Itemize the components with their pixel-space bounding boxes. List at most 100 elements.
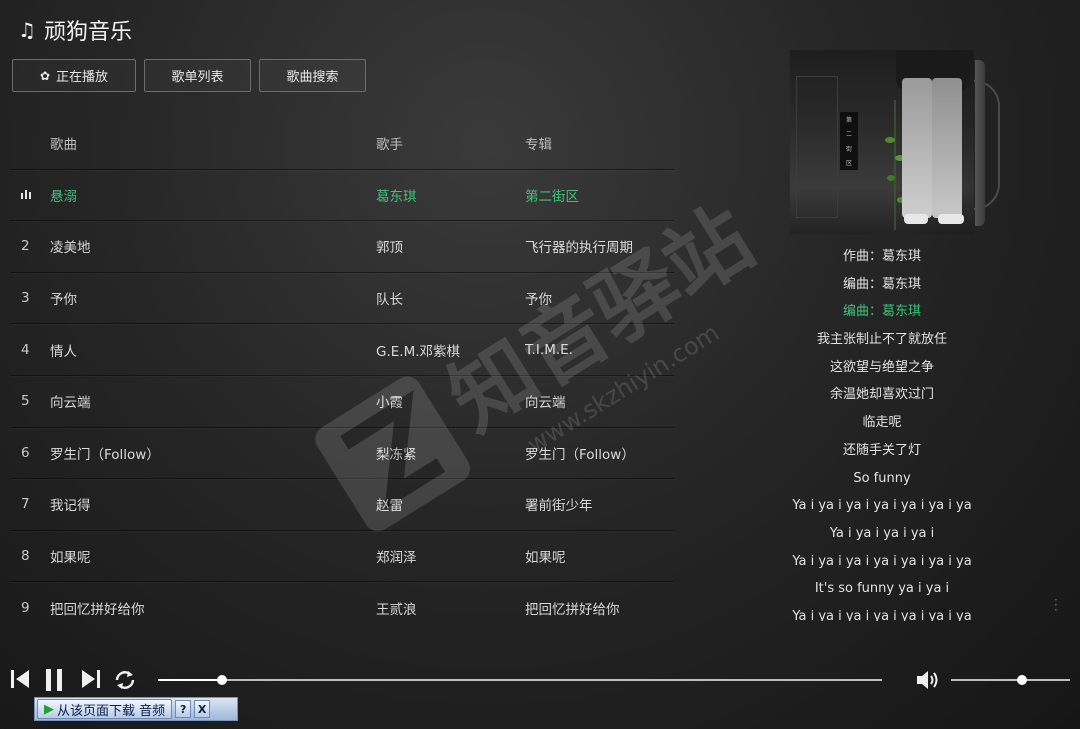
table-header: 歌曲 歌手 专辑 (10, 118, 674, 169)
lyric-line: Ya i ya i ya i ya i ya i ya i ya (792, 553, 972, 569)
volume-slider[interactable] (951, 675, 1070, 685)
song-title: 悬溺 (50, 188, 77, 205)
table-row[interactable]: 9 把回忆拼好给你 王贰浪 把回忆拼好给你 (10, 581, 674, 633)
previous-icon[interactable] (9, 668, 31, 690)
app-title: ♫ 顽狗音乐 (18, 14, 132, 46)
song-title: 我记得 (50, 498, 91, 515)
lyric-line: 作曲：葛东琪 (842, 249, 921, 264)
table-row[interactable]: 7 我记得 赵雷 署前街少年 (10, 478, 674, 530)
table-row[interactable]: 5 向云端 小霞 向云端 (10, 374, 674, 427)
lyric-line: Ya i ya i ya i ya i ya i ya i ya (792, 608, 972, 621)
song-album: 罗生门（Follow） (525, 446, 635, 463)
song-album: 第二街区 (525, 188, 579, 205)
lyric-line: Ya i ya i ya i ya i (829, 525, 935, 541)
song-artist: 队长 (376, 292, 403, 309)
row-index: 3 (21, 290, 30, 307)
song-artist: 王贰浪 (376, 601, 417, 618)
lyrics-panel[interactable]: 作曲：葛东琪 编曲：葛东琪 编曲：葛东琪 我主张制止不了就放任 这欲望与绝望之争… (782, 243, 982, 621)
scroll-handle-icon[interactable]: · · · (1054, 594, 1058, 616)
tab-playlists[interactable]: 歌单列表 (144, 59, 251, 92)
song-title: 凌美地 (50, 240, 91, 257)
download-label: 从该页面下载 音频 (57, 703, 166, 719)
song-artist: 小霞 (376, 395, 403, 412)
lyric-line: 编曲：葛东琪 (842, 276, 921, 292)
music-note-icon: ♫ (18, 18, 36, 42)
tab-label: 歌曲搜索 (286, 70, 339, 85)
now-playing-bars-icon (21, 187, 41, 203)
lyric-line: 这欲望与绝望之争 (829, 359, 934, 375)
row-index: 9 (21, 599, 30, 616)
table-row[interactable]: 4 情人 G.E.M.邓紫棋 T.I.M.E. (10, 323, 674, 375)
lyric-line: 余温她却喜欢过门 (829, 387, 934, 403)
lyric-line-current: 编曲：葛东琪 (842, 304, 921, 320)
song-album: 飞行器的执行周期 (525, 240, 633, 257)
header-song: 歌曲 (50, 137, 77, 154)
close-button[interactable]: X (194, 700, 211, 718)
song-artist: 梨冻紧 (376, 446, 417, 463)
table-row[interactable]: 2 凌美地 郭顶 飞行器的执行周期 (10, 220, 674, 272)
song-album: 如果呢 (525, 550, 566, 567)
header-album: 专辑 (525, 137, 552, 154)
table-row[interactable]: 悬溺 葛东琪 第二街区 (10, 168, 674, 221)
gear-icon: ✿ (39, 68, 51, 83)
player-controls (0, 662, 1080, 698)
song-artist: 赵雷 (376, 498, 403, 515)
tab-label: 正在播放 (56, 70, 109, 85)
app-title-text: 顽狗音乐 (43, 20, 132, 45)
cover-figure-shoe (938, 214, 964, 224)
song-album: 把回忆拼好给你 (525, 601, 620, 618)
vinyl-sleeve-edge (975, 60, 985, 226)
tab-song-search[interactable]: 歌曲搜索 (259, 59, 366, 92)
cover-figure-leg (902, 78, 932, 218)
lyric-line: So funny (853, 470, 911, 486)
song-album: 向云端 (525, 395, 566, 412)
table-row[interactable]: 6 罗生门（Follow） 梨冻紧 罗生门（Follow） (10, 426, 674, 479)
lyric-line: 我主张制止不了就放任 (816, 332, 947, 348)
song-title: 情人 (50, 343, 77, 360)
lyric-line: Ya i ya i ya i ya i ya i ya i ya (792, 498, 972, 514)
play-arrow-icon: ▶ (44, 701, 54, 717)
row-index: 6 (21, 444, 30, 461)
song-album: 署前街少年 (525, 498, 593, 515)
cover-door (796, 76, 838, 218)
help-button[interactable]: ? (175, 700, 192, 718)
cover-sign: 第 二 街 区 (840, 112, 858, 170)
lyric-line: It's so funny ya i ya i (814, 581, 950, 597)
volume-knob[interactable] (1017, 675, 1028, 685)
song-artist: G.E.M.邓紫棋 (376, 343, 461, 360)
tab-bar: ✿ 正在播放 歌单列表 歌曲搜索 (12, 59, 366, 92)
progress-knob[interactable] (216, 675, 227, 685)
progress-slider[interactable] (158, 675, 882, 685)
lyric-line: 临走呢 (862, 415, 902, 431)
song-title: 向云端 (50, 395, 91, 412)
song-title: 如果呢 (50, 550, 91, 567)
next-icon[interactable] (80, 668, 102, 690)
pause-icon[interactable] (44, 668, 66, 692)
row-index: 4 (21, 341, 30, 358)
header-artist: 歌手 (376, 137, 403, 154)
lyric-line: 还随手关了灯 (842, 442, 921, 458)
loop-icon[interactable] (113, 668, 137, 692)
cover-figure-leg (932, 78, 962, 218)
download-audio-button[interactable]: ▶ 从该页面下载 音频 (37, 699, 173, 719)
song-title: 予你 (50, 292, 77, 309)
song-table: 歌曲 歌手 专辑 悬溺 葛东琪 第二街区 2 凌美地 郭顶 飞行器的执行周期 3… (10, 118, 674, 633)
table-row[interactable]: 3 予你 队长 予你 (10, 271, 674, 324)
song-artist: 葛东琪 (376, 188, 417, 205)
cover-figure-shoe (904, 214, 928, 224)
song-artist: 郭顶 (376, 240, 403, 257)
volume-icon[interactable] (915, 668, 941, 692)
table-row[interactable]: 8 如果呢 郑润泽 如果呢 (10, 529, 674, 582)
row-index: 2 (21, 238, 30, 255)
song-album: T.I.M.E. (525, 341, 573, 358)
download-toolbar: ▶ 从该页面下载 音频 ? X (34, 697, 238, 721)
album-cover: 第 二 街 区 (790, 50, 974, 234)
row-index: 8 (21, 548, 30, 565)
progress-fill (158, 679, 222, 681)
song-title: 罗生门（Follow） (50, 446, 160, 463)
song-artist: 郑润泽 (376, 550, 417, 567)
row-index: 5 (21, 393, 30, 410)
song-album: 予你 (525, 292, 552, 309)
row-index: 7 (21, 496, 30, 513)
tab-now-playing[interactable]: ✿ 正在播放 (12, 59, 136, 92)
